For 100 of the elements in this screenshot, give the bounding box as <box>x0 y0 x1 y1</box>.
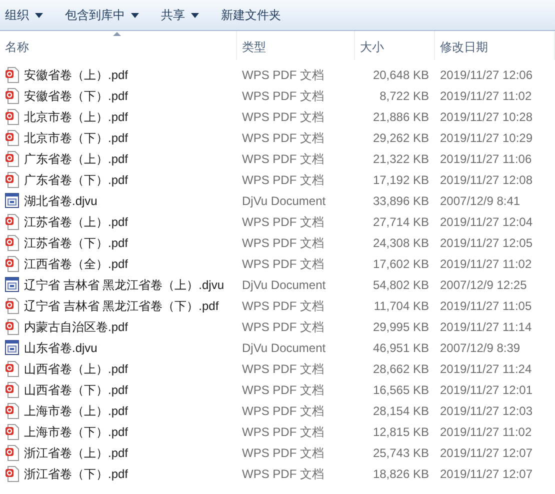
file-name: 安徽省卷（上）.pdf <box>24 66 128 84</box>
file-name: 上海市卷（下）.pdf <box>24 424 128 440</box>
file-size: 54,802 KB <box>372 278 429 292</box>
file-name: 山西省卷（下）.pdf <box>24 382 128 398</box>
file-row[interactable]: 广东省卷（下）.pdf WPS PDF 文档 17,192 KB 2019/11/27 12:08 <box>0 169 555 190</box>
pdf-file-icon <box>5 382 19 398</box>
file-row[interactable]: 辽宁省 吉林省 黑龙江省卷（上）.djvu DjVu Document 54,802 KB 2007/12/9 12:25 <box>0 274 555 295</box>
file-name: 北京市卷（上）.pdf <box>24 108 128 126</box>
file-name: 安徽省卷（下）.pdf <box>24 88 128 104</box>
file-type: WPS PDF 文档 <box>242 446 324 460</box>
file-row[interactable]: 北京市卷（下）.pdf WPS PDF 文档 29,262 KB 2019/11/27 10:29 <box>0 127 555 148</box>
pdf-file-icon <box>5 256 19 272</box>
modified-date: 2019/11/27 11:06 <box>440 152 532 166</box>
modified-date: 2019/11/27 12:05 <box>440 236 533 250</box>
file-name: 上海市卷（上）.pdf <box>24 402 128 420</box>
document-window-icon <box>5 340 19 355</box>
file-row[interactable]: 江西省卷（全）.pdf WPS PDF 文档 17,602 KB 2019/11/27 11:02 <box>0 253 555 274</box>
file-size: 21,322 KB <box>372 152 429 166</box>
file-size: 21,886 KB <box>372 110 429 124</box>
file-name: 山西省卷（上）.pdf <box>24 360 128 378</box>
pdf-file-icon <box>5 444 19 460</box>
file-row[interactable]: 浙江省卷（下）.pdf WPS PDF 文档 18,826 KB 2019/11/27 12:07 <box>0 463 555 484</box>
file-type: WPS PDF 文档 <box>242 424 324 438</box>
modified-date: 2019/11/27 12:07 <box>440 446 533 460</box>
document-window-icon <box>5 193 19 208</box>
modified-date: 2019/11/27 10:28 <box>440 110 533 124</box>
pdf-file-icon <box>5 172 19 188</box>
file-name: 北京市卷（下）.pdf <box>24 130 128 146</box>
modified-date: 2019/11/27 12:04 <box>440 214 533 228</box>
file-row[interactable]: 广东省卷（上）.pdf WPS PDF 文档 21,322 KB 2019/11/27 11:06 <box>0 148 555 169</box>
modified-date: 2019/11/27 10:29 <box>440 130 533 144</box>
column-header[interactable]: 大小 <box>355 31 435 60</box>
modified-date: 2019/11/27 12:07 <box>440 466 533 480</box>
file-row[interactable]: 安徽省卷（下）.pdf WPS PDF 文档 8,722 KB 2019/11/27 11:02 <box>0 85 555 106</box>
pdf-file-icon <box>5 424 19 440</box>
modified-date: 2007/12/9 12:25 <box>440 278 527 292</box>
pdf-file-icon <box>5 234 19 250</box>
file-size: 28,154 KB <box>372 404 429 418</box>
toolbar-button[interactable]: 共享 <box>161 6 199 24</box>
pdf-file-icon <box>5 108 19 124</box>
modified-date: 2019/11/27 11:02 <box>440 256 532 270</box>
file-row[interactable]: 上海市卷（上）.pdf WPS PDF 文档 28,154 KB 2019/11/27 12:03 <box>0 400 555 421</box>
file-row[interactable]: 山西省卷（上）.pdf WPS PDF 文档 28,662 KB 2019/11/27 11:24 <box>0 358 555 379</box>
file-size: 17,192 KB <box>372 172 429 186</box>
file-row[interactable]: 山西省卷（下）.pdf WPS PDF 文档 16,565 KB 2019/11/27 12:01 <box>0 379 555 400</box>
file-size: 33,896 KB <box>372 194 429 208</box>
document-window-icon <box>5 277 19 292</box>
file-size: 18,826 KB <box>372 466 429 480</box>
file-type: WPS PDF 文档 <box>242 362 324 376</box>
file-type: WPS PDF 文档 <box>242 256 324 270</box>
file-type: DjVu Document <box>242 194 326 208</box>
file-row[interactable]: 上海市卷（下）.pdf WPS PDF 文档 12,815 KB 2019/11/27 11:02 <box>0 421 555 442</box>
file-type: WPS PDF 文档 <box>242 236 324 250</box>
file-size: 29,995 KB <box>372 320 429 334</box>
file-size: 25,743 KB <box>372 446 429 460</box>
file-row[interactable]: 湖北省卷.djvu DjVu Document 33,896 KB 2007/12/9 8:41 <box>0 190 555 211</box>
pdf-file-icon <box>5 402 19 418</box>
file-size: 29,262 KB <box>372 130 429 144</box>
toolbar-button[interactable]: 新建文件夹 <box>221 6 281 24</box>
file-type: WPS PDF 文档 <box>242 88 324 102</box>
pdf-file-icon <box>5 66 19 82</box>
pdf-file-icon <box>5 318 19 334</box>
file-name: 辽宁省 吉林省 黑龙江省卷（上）.djvu <box>24 276 224 294</box>
file-row[interactable]: 浙江省卷（上）.pdf WPS PDF 文档 25,743 KB 2019/11/27 12:07 <box>0 442 555 463</box>
file-row[interactable]: 山东省卷.djvu DjVu Document 46,951 KB 2007/12/9 8:39 <box>0 337 555 358</box>
file-name: 广东省卷（下）.pdf <box>24 172 128 188</box>
file-row[interactable]: 辽宁省 吉林省 黑龙江省卷（下）.pdf WPS PDF 文档 11,704 KB 2019/11/27 11:05 <box>0 295 555 316</box>
modified-date: 2019/11/27 11:02 <box>440 88 532 102</box>
file-size: 46,951 KB <box>372 340 429 354</box>
file-type: WPS PDF 文档 <box>242 130 324 144</box>
file-row[interactable]: 江苏省卷（上）.pdf WPS PDF 文档 27,714 KB 2019/11/27 12:04 <box>0 211 555 232</box>
column-header[interactable]: 类型 <box>237 31 355 60</box>
file-name: 山东省卷.djvu <box>24 340 98 356</box>
toolbar-button[interactable]: 包含到库中 <box>65 6 139 24</box>
file-type: WPS PDF 文档 <box>242 214 324 228</box>
pdf-file-icon <box>5 88 19 104</box>
modified-date: 2019/11/27 11:14 <box>440 320 532 334</box>
modified-date: 2019/11/27 12:08 <box>440 172 533 186</box>
file-size: 24,308 KB <box>372 236 429 250</box>
file-row[interactable]: 江苏省卷（下）.pdf WPS PDF 文档 24,308 KB 2019/11/27 12:05 <box>0 232 555 253</box>
toolbar-button[interactable]: 组织 <box>5 6 43 24</box>
column-header[interactable]: 名称 <box>0 31 237 60</box>
file-row[interactable]: 北京市卷（上）.pdf WPS PDF 文档 21,886 KB 2019/11/27 10:28 <box>0 106 555 127</box>
modified-date: 2019/11/27 12:01 <box>440 382 533 396</box>
file-size: 8,722 KB <box>380 88 429 102</box>
pdf-file-icon <box>5 150 19 166</box>
file-row[interactable]: 内蒙古自治区卷.pdf WPS PDF 文档 29,995 KB 2019/11/27 11:14 <box>0 316 555 337</box>
file-size: 12,815 KB <box>372 424 429 438</box>
file-name: 浙江省卷（下）.pdf <box>24 466 128 482</box>
modified-date: 2019/11/27 11:02 <box>440 424 532 438</box>
file-type: WPS PDF 文档 <box>242 320 324 334</box>
pdf-file-icon <box>5 466 19 482</box>
file-type: DjVu Document <box>242 278 326 292</box>
column-header[interactable]: 修改日期 <box>435 31 555 60</box>
file-size: 27,714 KB <box>372 214 429 228</box>
file-size: 11,704 KB <box>374 298 429 312</box>
file-name: 广东省卷（上）.pdf <box>24 150 128 168</box>
file-name: 江西省卷（全）.pdf <box>24 256 128 272</box>
modified-date: 2019/11/27 12:03 <box>440 404 533 418</box>
file-row[interactable]: 安徽省卷（上）.pdf WPS PDF 文档 20,648 KB 2019/11/27 12:06 <box>0 64 555 85</box>
